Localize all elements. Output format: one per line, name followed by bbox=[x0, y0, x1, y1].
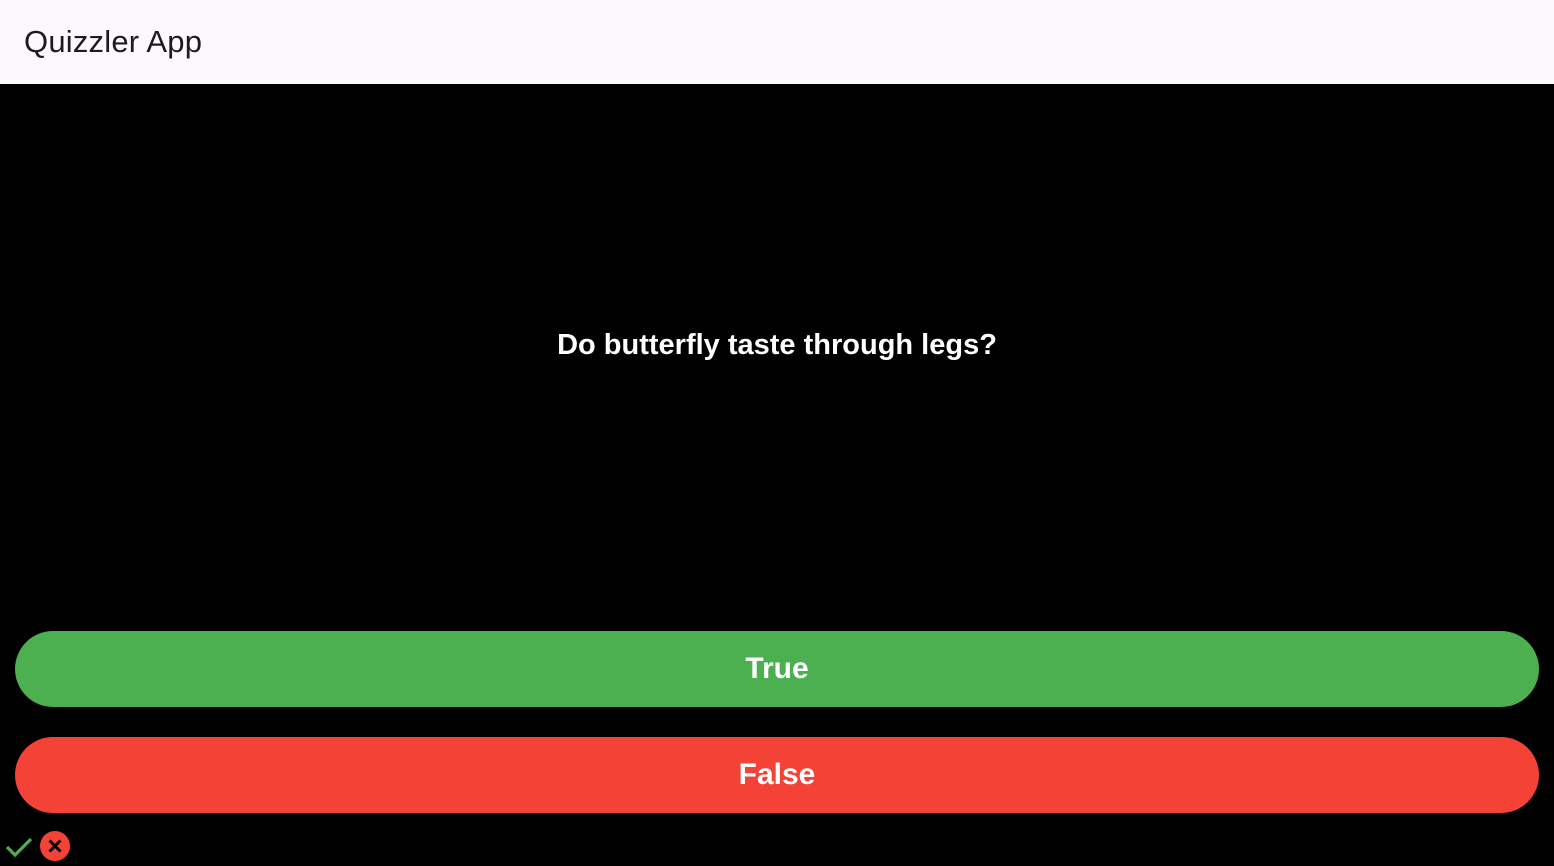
score-keeper bbox=[4, 831, 70, 861]
false-button[interactable]: False bbox=[15, 737, 1539, 813]
true-button-label: True bbox=[745, 652, 809, 685]
app-bar: Quizzler App bbox=[0, 0, 1554, 84]
question-text: Do butterfly taste through legs? bbox=[557, 329, 997, 361]
quiz-body: Do butterfly taste through legs? True Fa… bbox=[0, 84, 1554, 864]
true-button[interactable]: True bbox=[15, 631, 1539, 707]
check-icon bbox=[4, 831, 34, 861]
app-title: Quizzler App bbox=[24, 24, 203, 59]
false-button-label: False bbox=[738, 758, 816, 791]
cancel-icon bbox=[40, 831, 70, 861]
